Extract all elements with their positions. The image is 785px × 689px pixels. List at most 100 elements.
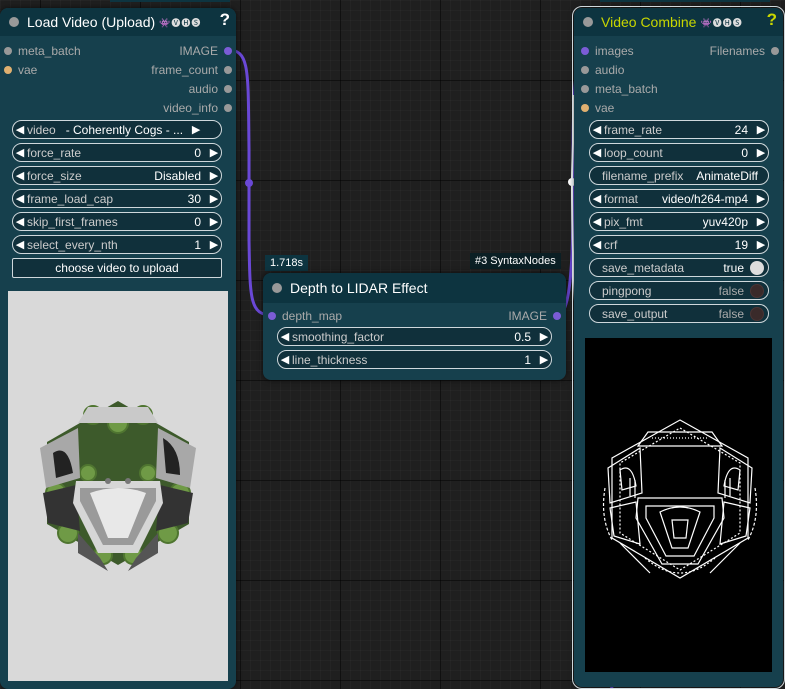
node-title: Video Combine — [601, 14, 697, 30]
node-id-label: #3 SyntaxNodes — [470, 253, 561, 269]
arrow-right-icon[interactable]: ▶ — [207, 238, 221, 251]
video-output-preview — [585, 338, 772, 672]
video-combine-node[interactable]: Video Combine 👾🅥🅗🅢 ? images audio meta_b… — [572, 6, 785, 689]
slot-dot-icon[interactable] — [581, 85, 589, 93]
arrow-right-icon[interactable]: ▶ — [189, 123, 203, 136]
arrow-right-icon[interactable]: ▶ — [754, 192, 768, 205]
arrow-right-icon[interactable]: ▶ — [207, 215, 221, 228]
arrow-right-icon[interactable]: ▶ — [754, 123, 768, 136]
arrow-left-icon[interactable]: ◀ — [278, 330, 292, 343]
widget-frame-rate[interactable]: ◀ frame_rate 24 ▶ — [589, 120, 769, 139]
widget-crf[interactable]: ◀ crf 19 ▶ — [589, 235, 769, 254]
arrow-right-icon[interactable]: ▶ — [754, 215, 768, 228]
arrow-right-icon[interactable]: ▶ — [207, 192, 221, 205]
slot-dot-icon[interactable] — [581, 66, 589, 74]
slot-dot-icon[interactable] — [224, 47, 232, 55]
slot-label: vae — [595, 101, 615, 115]
slot-dot-icon[interactable] — [224, 66, 232, 74]
widget-select-every-nth[interactable]: ◀ select_every_nth 1 ▶ — [12, 235, 222, 254]
arrow-right-icon[interactable]: ▶ — [207, 146, 221, 159]
input-slot-meta-batch[interactable]: meta_batch — [4, 43, 81, 59]
widget-loop-count[interactable]: ◀ loop_count 0 ▶ — [589, 143, 769, 162]
load-video-title-bar[interactable]: Load Video (Upload) 👾🅥🅗🅢 ? — [0, 8, 236, 36]
widget-value: 24 — [734, 122, 748, 137]
widget-video[interactable]: ◀ video - Coherently Cogs - ... ▶ — [12, 120, 222, 139]
slot-dot-icon[interactable] — [4, 66, 12, 74]
toggle-save-output[interactable]: save_output false — [589, 304, 769, 323]
slot-label: vae — [18, 63, 38, 77]
widget-smoothing-factor[interactable]: ◀ smoothing_factor 0.5 ▶ — [277, 327, 552, 346]
arrow-left-icon[interactable]: ◀ — [13, 192, 27, 205]
widget-force-rate[interactable]: ◀ force_rate 0 ▶ — [12, 143, 222, 162]
depth-to-lidar-node[interactable]: Depth to LIDAR Effect depth_map IMAGE ◀ … — [263, 273, 566, 380]
input-slot-audio[interactable]: audio — [581, 62, 624, 78]
widget-line-thickness[interactable]: ◀ line_thickness 1 ▶ — [277, 350, 552, 369]
widget-pix-fmt[interactable]: ◀ pix_fmt yuv420p ▶ — [589, 212, 769, 231]
help-icon[interactable]: ? — [767, 10, 777, 30]
widget-frame-load-cap[interactable]: ◀ frame_load_cap 30 ▶ — [12, 189, 222, 208]
node-collapse-dot[interactable] — [583, 17, 593, 27]
widget-label: filename_prefix — [602, 168, 684, 183]
output-slot-audio[interactable]: audio — [189, 81, 232, 97]
output-slot-image[interactable]: IMAGE — [508, 308, 561, 324]
toggle-knob-off-icon[interactable] — [750, 283, 764, 298]
slot-dot-icon[interactable] — [268, 312, 276, 320]
video-combine-title-bar[interactable]: Video Combine 👾🅥🅗🅢 ? — [574, 8, 783, 36]
input-slot-vae[interactable]: vae — [4, 62, 37, 78]
arrow-left-icon[interactable]: ◀ — [13, 169, 27, 182]
input-slot-depth-map[interactable]: depth_map — [268, 308, 342, 324]
widget-value: false — [718, 306, 744, 321]
input-slot-images[interactable]: images — [581, 43, 634, 59]
arrow-right-icon[interactable]: ▶ — [754, 238, 768, 251]
input-slot-meta-batch[interactable]: meta_batch — [581, 81, 658, 97]
output-slot-filenames[interactable]: Filenames — [710, 43, 779, 59]
widget-label: select_every_nth — [27, 237, 118, 252]
load-video-node[interactable]: Load Video (Upload) 👾🅥🅗🅢 ? meta_batch va… — [0, 8, 236, 689]
slot-dot-icon[interactable] — [224, 104, 232, 112]
arrow-left-icon[interactable]: ◀ — [13, 146, 27, 159]
widget-filename-prefix[interactable]: filename_prefix AnimateDiff — [589, 166, 769, 185]
arrow-left-icon[interactable]: ◀ — [590, 123, 604, 136]
lidar-title-bar[interactable]: Depth to LIDAR Effect — [263, 273, 566, 303]
link-reroute-dot — [245, 179, 253, 187]
slot-label: IMAGE — [508, 309, 547, 323]
toggle-pingpong[interactable]: pingpong false — [589, 281, 769, 300]
arrow-left-icon[interactable]: ◀ — [13, 123, 27, 136]
arrow-right-icon[interactable]: ▶ — [207, 169, 221, 182]
slot-dot-icon[interactable] — [224, 85, 232, 93]
widget-format[interactable]: ◀ format video/h264-mp4 ▶ — [589, 189, 769, 208]
arrow-left-icon[interactable]: ◀ — [590, 238, 604, 251]
slot-dot-icon[interactable] — [581, 104, 589, 112]
slot-dot-icon[interactable] — [771, 47, 779, 55]
toggle-knob-on-icon[interactable] — [750, 260, 764, 275]
toggle-save-metadata[interactable]: save_metadata true — [589, 258, 769, 277]
arrow-left-icon[interactable]: ◀ — [590, 146, 604, 159]
arrow-left-icon[interactable]: ◀ — [278, 353, 292, 366]
arrow-left-icon[interactable]: ◀ — [590, 215, 604, 228]
output-slot-frame-count[interactable]: frame_count — [151, 62, 232, 78]
arrow-left-icon[interactable]: ◀ — [13, 215, 27, 228]
slot-dot-icon[interactable] — [553, 312, 561, 320]
slot-dot-icon[interactable] — [581, 47, 589, 55]
node-collapse-dot[interactable] — [9, 17, 19, 27]
vhs-badge: 👾🅥🅗🅢 — [700, 17, 743, 28]
node-collapse-dot[interactable] — [272, 283, 282, 293]
toggle-knob-off-icon[interactable] — [750, 306, 764, 321]
lidar-line-image — [602, 419, 758, 579]
arrow-right-icon[interactable]: ▶ — [754, 146, 768, 159]
output-slot-video-info[interactable]: video_info — [163, 100, 232, 116]
choose-video-button[interactable]: choose video to upload — [12, 258, 222, 278]
slot-label: video_info — [163, 101, 218, 115]
arrow-right-icon[interactable]: ▶ — [537, 353, 551, 366]
help-icon[interactable]: ? — [220, 10, 230, 30]
node-title: Load Video (Upload) — [27, 14, 156, 30]
output-slot-image[interactable]: IMAGE — [179, 43, 232, 59]
arrow-left-icon[interactable]: ◀ — [13, 238, 27, 251]
slot-dot-icon[interactable] — [4, 47, 12, 55]
widget-skip-first-frames[interactable]: ◀ skip_first_frames 0 ▶ — [12, 212, 222, 231]
arrow-left-icon[interactable]: ◀ — [590, 192, 604, 205]
arrow-right-icon[interactable]: ▶ — [537, 330, 551, 343]
input-slot-vae[interactable]: vae — [581, 100, 614, 116]
slot-label: meta_batch — [595, 82, 658, 96]
widget-force-size[interactable]: ◀ force_size Disabled ▶ — [12, 166, 222, 185]
